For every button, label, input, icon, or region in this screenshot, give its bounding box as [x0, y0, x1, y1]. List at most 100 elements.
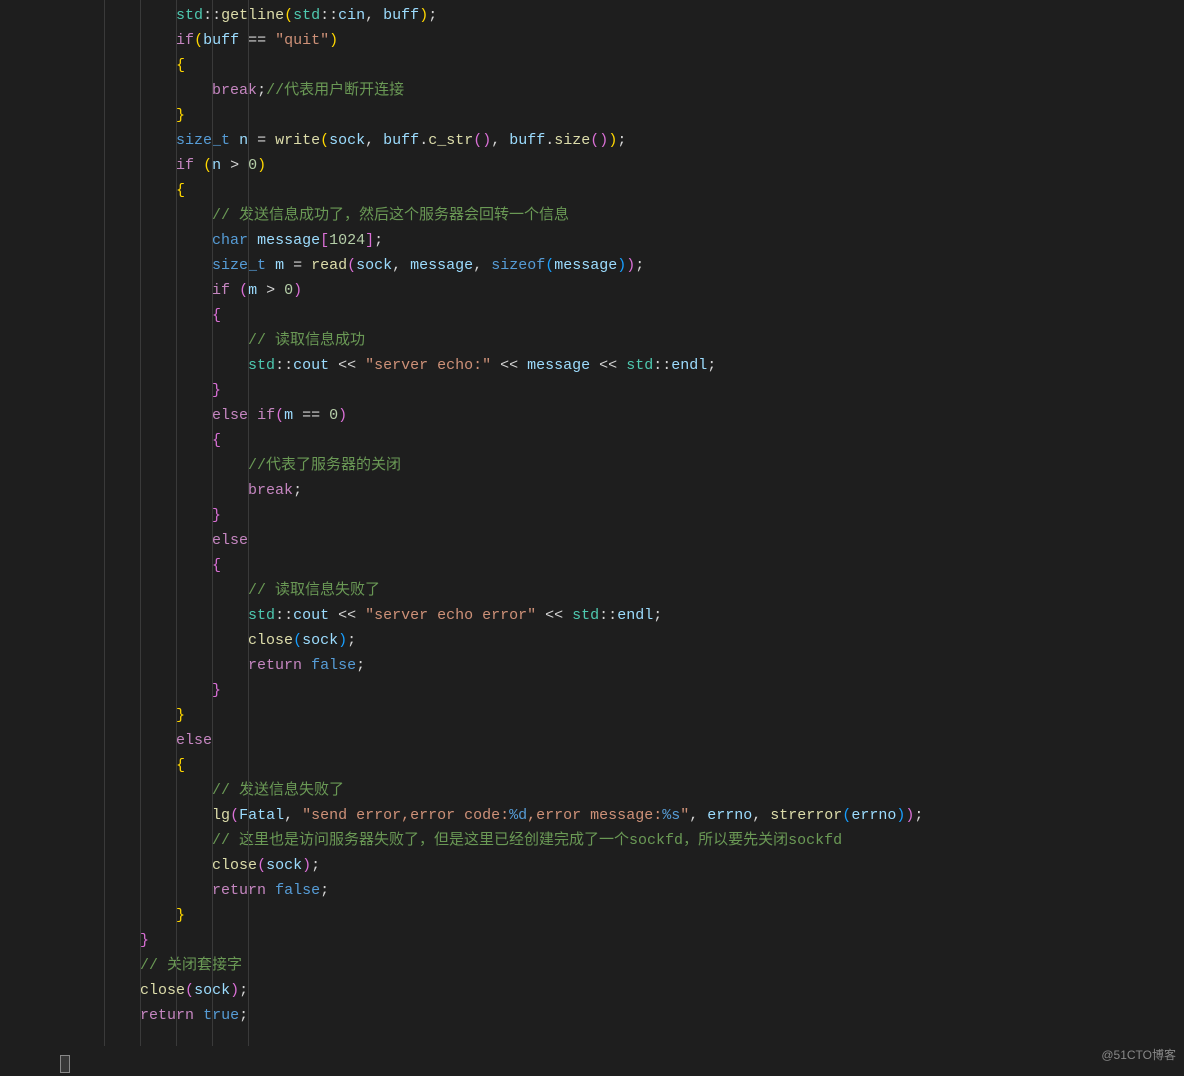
- code-line[interactable]: close(sock);: [14, 853, 1184, 878]
- token-operator: =: [284, 257, 311, 274]
- code-line[interactable]: {: [14, 753, 1184, 778]
- token-paren-y: }: [176, 107, 185, 124]
- token-operator: ;: [320, 882, 329, 899]
- code-line[interactable]: if(buff == "quit"): [14, 28, 1184, 53]
- code-line[interactable]: {: [14, 428, 1184, 453]
- code-line[interactable]: if (m > 0): [14, 278, 1184, 303]
- token-comment: // 发送信息失败了: [212, 782, 344, 799]
- token-var: sock: [266, 857, 302, 874]
- code-line[interactable]: close(sock);: [14, 978, 1184, 1003]
- code-line[interactable]: else: [14, 728, 1184, 753]
- token-comment: // 这里也是访问服务器失败了，但是这里已经创建完成了一个sockfd，所以要先…: [212, 832, 842, 849]
- token-operator: ::: [320, 7, 338, 24]
- token-paren-m: }: [212, 682, 221, 699]
- code-line[interactable]: // 关闭套接字: [14, 953, 1184, 978]
- token-paren-b: (: [545, 257, 554, 274]
- code-line[interactable]: char message[1024];: [14, 228, 1184, 253]
- token-comment: // 读取信息失败了: [248, 582, 380, 599]
- code-line[interactable]: }: [14, 928, 1184, 953]
- code-line[interactable]: break;//代表用户断开连接: [14, 78, 1184, 103]
- code-line[interactable]: {: [14, 303, 1184, 328]
- code-line[interactable]: }: [14, 703, 1184, 728]
- token-operator: ,: [365, 7, 383, 24]
- token-operator: .: [419, 132, 428, 149]
- token-var: errno: [707, 807, 752, 824]
- code-line[interactable]: }: [14, 378, 1184, 403]
- token-func: close: [212, 857, 257, 874]
- token-func: write: [275, 132, 320, 149]
- code-line[interactable]: close(sock);: [14, 628, 1184, 653]
- token-operator: ::: [275, 357, 293, 374]
- token-var: sock: [194, 982, 230, 999]
- code-line[interactable]: lg(Fatal, "send error,error code:%d,erro…: [14, 803, 1184, 828]
- token-comment: // 发送信息成功了，然后这个服务器会回转一个信息: [212, 207, 569, 224]
- code-line[interactable]: }: [14, 103, 1184, 128]
- token-var: sock: [302, 632, 338, 649]
- code-line[interactable]: //代表了服务器的关闭: [14, 453, 1184, 478]
- token-comment: // 读取信息成功: [248, 332, 365, 349]
- code-line[interactable]: }: [14, 678, 1184, 703]
- token-paren-b: ): [896, 807, 905, 824]
- code-line[interactable]: {: [14, 53, 1184, 78]
- code-line[interactable]: return true;: [14, 1003, 1184, 1028]
- code-line[interactable]: // 读取信息成功: [14, 328, 1184, 353]
- token-func: getline: [221, 7, 284, 24]
- token-func: close: [140, 982, 185, 999]
- token-operator: <<: [491, 357, 527, 374]
- code-line[interactable]: // 读取信息失败了: [14, 578, 1184, 603]
- code-line[interactable]: }: [14, 903, 1184, 928]
- code-line[interactable]: std::cout << "server echo error" << std:…: [14, 603, 1184, 628]
- code-line[interactable]: return false;: [14, 878, 1184, 903]
- token-var: message: [527, 357, 590, 374]
- code-line[interactable]: // 发送信息成功了，然后这个服务器会回转一个信息: [14, 203, 1184, 228]
- code-line[interactable]: {: [14, 178, 1184, 203]
- token-type: %s: [662, 807, 680, 824]
- code-line[interactable]: return false;: [14, 653, 1184, 678]
- token-comment: //代表了服务器的关闭: [248, 457, 401, 474]
- code-line[interactable]: size_t n = write(sock, buff.c_str(), buf…: [14, 128, 1184, 153]
- code-line[interactable]: // 这里也是访问服务器失败了，但是这里已经创建完成了一个sockfd，所以要先…: [14, 828, 1184, 853]
- token-func: close: [248, 632, 293, 649]
- code-line[interactable]: if (n > 0): [14, 153, 1184, 178]
- token-paren-y: {: [176, 57, 185, 74]
- code-line[interactable]: {: [14, 553, 1184, 578]
- token-operator: ;: [653, 607, 662, 624]
- code-line[interactable]: std::getline(std::cin, buff);: [14, 3, 1184, 28]
- token-operator: ,: [392, 257, 410, 274]
- token-paren-m: (: [257, 857, 266, 874]
- code-line[interactable]: else: [14, 528, 1184, 553]
- token-var: buff: [383, 132, 419, 149]
- token-var: sock: [329, 132, 365, 149]
- token-paren-m: (: [275, 407, 284, 424]
- token-operator: ;: [707, 357, 716, 374]
- code-line[interactable]: }: [14, 503, 1184, 528]
- token-operator: ,: [365, 132, 383, 149]
- token-operator: [266, 257, 275, 274]
- code-line[interactable]: size_t m = read(sock, message, sizeof(me…: [14, 253, 1184, 278]
- token-string: ,error message:: [527, 807, 662, 824]
- token-operator: [302, 657, 311, 674]
- token-operator: [194, 1007, 203, 1024]
- token-keyword: return: [140, 1007, 194, 1024]
- token-operator: <<: [590, 357, 626, 374]
- token-paren-m: {: [212, 557, 221, 574]
- token-paren-y: }: [176, 907, 185, 924]
- code-line[interactable]: break;: [14, 478, 1184, 503]
- code-line[interactable]: std::cout << "server echo:" << message <…: [14, 353, 1184, 378]
- token-operator: .: [545, 132, 554, 149]
- token-var: message: [410, 257, 473, 274]
- code-editor[interactable]: std::getline(std::cin, buff); if(buff ==…: [0, 0, 1184, 1076]
- bracket-highlight: [60, 1055, 70, 1073]
- token-operator: ::: [275, 607, 293, 624]
- token-func: size: [554, 132, 590, 149]
- code-line[interactable]: else if(m == 0): [14, 403, 1184, 428]
- token-type: false: [275, 882, 320, 899]
- code-line[interactable]: [14, 1028, 1184, 1053]
- token-number: 0: [248, 157, 257, 174]
- code-area[interactable]: std::getline(std::cin, buff); if(buff ==…: [14, 0, 1184, 1053]
- token-func: c_str: [428, 132, 473, 149]
- token-operator: ::: [653, 357, 671, 374]
- token-operator: [248, 407, 257, 424]
- token-operator: ;: [257, 82, 266, 99]
- code-line[interactable]: // 发送信息失败了: [14, 778, 1184, 803]
